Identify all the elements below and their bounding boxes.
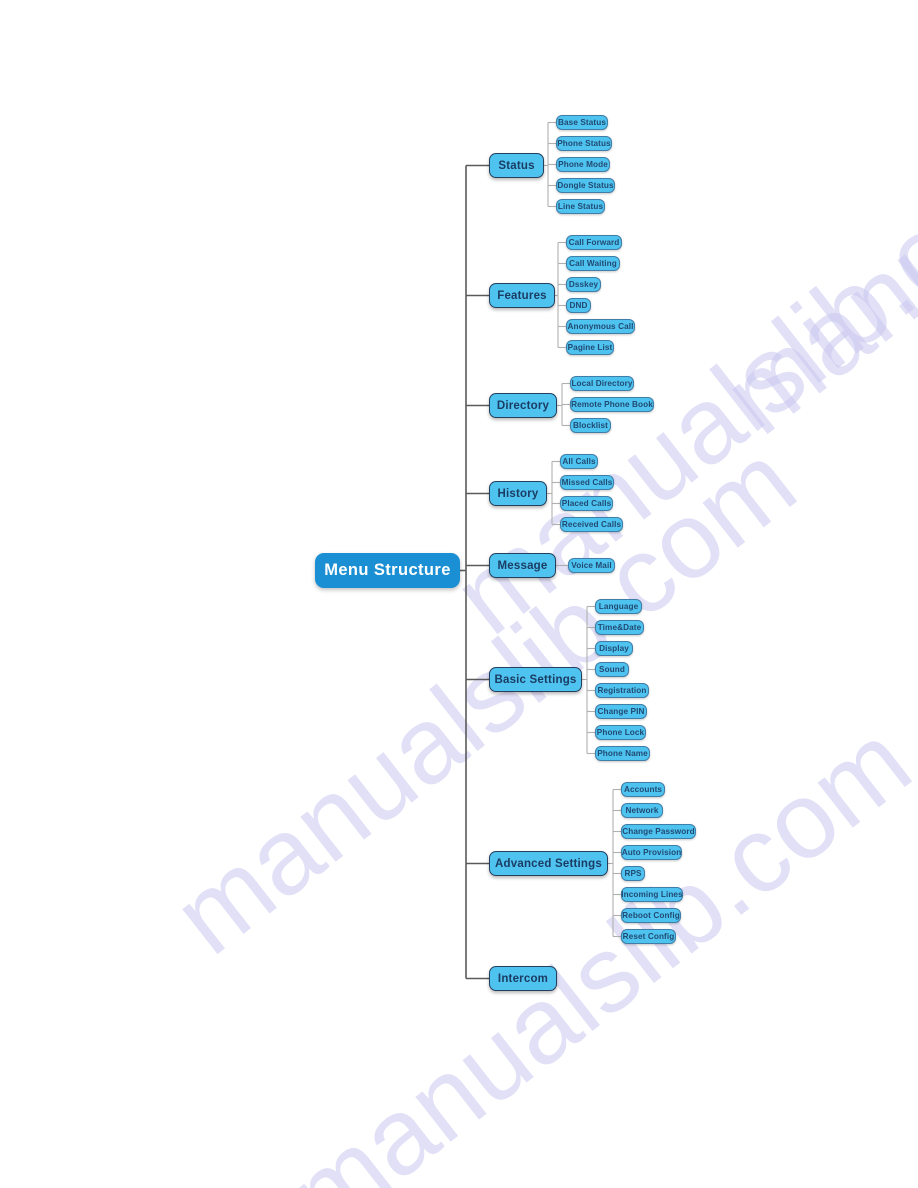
node-label: Phone Lock (596, 728, 645, 737)
leaf-node-display[interactable]: Display (595, 641, 633, 656)
node-label: Accounts (623, 785, 663, 794)
branch-node-intercom[interactable]: Intercom (489, 966, 557, 991)
leaf-node-sound[interactable]: Sound (595, 662, 629, 677)
node-label: Message (497, 559, 548, 572)
leaf-node-language[interactable]: Language (595, 599, 642, 614)
leaf-node-phone-status[interactable]: Phone Status (556, 136, 612, 151)
node-label: Received Calls (561, 520, 622, 529)
leaf-node-blocklist[interactable]: Blocklist (570, 418, 611, 433)
branch-node-features[interactable]: Features (489, 283, 555, 308)
node-label: Advanced Settings (495, 857, 602, 870)
leaf-node-anonymous-call[interactable]: Anonymous Call (566, 319, 635, 334)
leaf-node-rps[interactable]: RPS (621, 866, 645, 881)
branch-node-basic-settings[interactable]: Basic Settings (489, 667, 582, 692)
node-label: Directory (496, 399, 550, 412)
leaf-node-phone-name[interactable]: Phone Name (595, 746, 650, 761)
watermark-text: manualslib.com (151, 419, 817, 977)
node-label: Change Password (622, 827, 695, 836)
leaf-node-time-date[interactable]: Time&Date (595, 620, 644, 635)
leaf-node-placed-calls[interactable]: Placed Calls (560, 496, 613, 511)
branch-node-status[interactable]: Status (489, 153, 544, 178)
branch-node-directory[interactable]: Directory (489, 393, 557, 418)
node-label: Call Forward (568, 238, 620, 247)
node-label: RPS (624, 869, 642, 878)
node-label: Change PIN (597, 707, 645, 716)
root-node-menu-structure[interactable]: Menu Structure (315, 553, 460, 588)
node-label: Pagine List (567, 343, 613, 352)
node-label: Intercom (497, 972, 549, 985)
node-label: Sound (599, 665, 625, 674)
node-label: Features (497, 289, 547, 302)
watermark-text: manualslib.com (701, 0, 918, 457)
node-label: Line Status (557, 202, 604, 211)
leaf-node-pagine-list[interactable]: Pagine List (566, 340, 614, 355)
leaf-node-all-calls[interactable]: All Calls (560, 454, 598, 469)
leaf-node-reboot-config[interactable]: Reboot Config (621, 908, 681, 923)
node-label: All Calls (562, 457, 596, 466)
watermark-text: manualslib.com (266, 699, 918, 1188)
leaf-node-network[interactable]: Network (621, 803, 663, 818)
leaf-node-dongle-status[interactable]: Dongle Status (556, 178, 615, 193)
node-label: Phone Name (597, 749, 648, 758)
connector-lines (460, 121, 621, 980)
node-label: Blocklist (572, 421, 609, 430)
branch-node-advanced-settings[interactable]: Advanced Settings (489, 851, 608, 876)
node-label: Incoming Lines (621, 890, 683, 899)
leaf-node-missed-calls[interactable]: Missed Calls (560, 475, 614, 490)
leaf-node-phone-lock[interactable]: Phone Lock (595, 725, 646, 740)
node-label: Basic Settings (494, 673, 577, 686)
leaf-node-change-pin[interactable]: Change PIN (595, 704, 647, 719)
node-label: Voice Mail (571, 561, 612, 570)
leaf-node-dnd[interactable]: DND (566, 298, 591, 313)
node-label: Local Directory (571, 379, 633, 388)
node-label: Registration (597, 686, 647, 695)
leaf-node-registration[interactable]: Registration (595, 683, 649, 698)
node-label: DND (569, 301, 588, 310)
node-label: Menu Structure (324, 561, 451, 579)
node-label: History (497, 487, 539, 500)
node-label: Call Waiting (569, 259, 617, 268)
leaf-node-call-waiting[interactable]: Call Waiting (566, 256, 620, 271)
node-label: Dsskey (568, 280, 599, 289)
node-label: Auto Provision (621, 848, 682, 857)
node-label: Phone Status (557, 139, 611, 148)
leaf-node-local-directory[interactable]: Local Directory (570, 376, 634, 391)
leaf-node-received-calls[interactable]: Received Calls (560, 517, 623, 532)
leaf-node-auto-provision[interactable]: Auto Provision (621, 845, 682, 860)
leaf-node-call-forward[interactable]: Call Forward (566, 235, 622, 250)
leaf-node-base-status[interactable]: Base Status (556, 115, 608, 130)
node-label: Placed Calls (561, 499, 612, 508)
node-label: Language (598, 602, 639, 611)
leaf-node-line-status[interactable]: Line Status (556, 199, 605, 214)
node-label: Display (599, 644, 629, 653)
leaf-node-reset-config[interactable]: Reset Config (621, 929, 676, 944)
leaf-node-remote-phone-book[interactable]: Remote Phone Book (570, 397, 654, 412)
node-label: Base Status (558, 118, 606, 127)
node-label: Missed Calls (561, 478, 613, 487)
node-label: Dongle Status (557, 181, 614, 190)
node-label: Anonymous Call (567, 322, 634, 331)
node-label: Time&Date (597, 623, 642, 632)
node-label: Reset Config (622, 932, 675, 941)
branch-node-history[interactable]: History (489, 481, 547, 506)
leaf-node-change-password[interactable]: Change Password (621, 824, 696, 839)
mindmap-canvas: manualslib.com manualslib.com manualslib… (0, 0, 918, 1188)
leaf-node-accounts[interactable]: Accounts (621, 782, 665, 797)
node-label: Remote Phone Book (571, 400, 653, 409)
leaf-node-phone-mode[interactable]: Phone Mode (556, 157, 610, 172)
branch-node-message[interactable]: Message (489, 553, 556, 578)
node-label: Reboot Config (622, 911, 680, 920)
node-label: Status (498, 159, 535, 172)
leaf-node-voice-mail[interactable]: Voice Mail (568, 558, 615, 573)
leaf-node-incoming-lines[interactable]: Incoming Lines (621, 887, 683, 902)
watermark-layer: manualslib.com manualslib.com manualslib… (0, 0, 918, 1188)
leaf-node-dsskey[interactable]: Dsskey (566, 277, 601, 292)
node-label: Network (625, 806, 659, 815)
node-label: Phone Mode (558, 160, 608, 169)
